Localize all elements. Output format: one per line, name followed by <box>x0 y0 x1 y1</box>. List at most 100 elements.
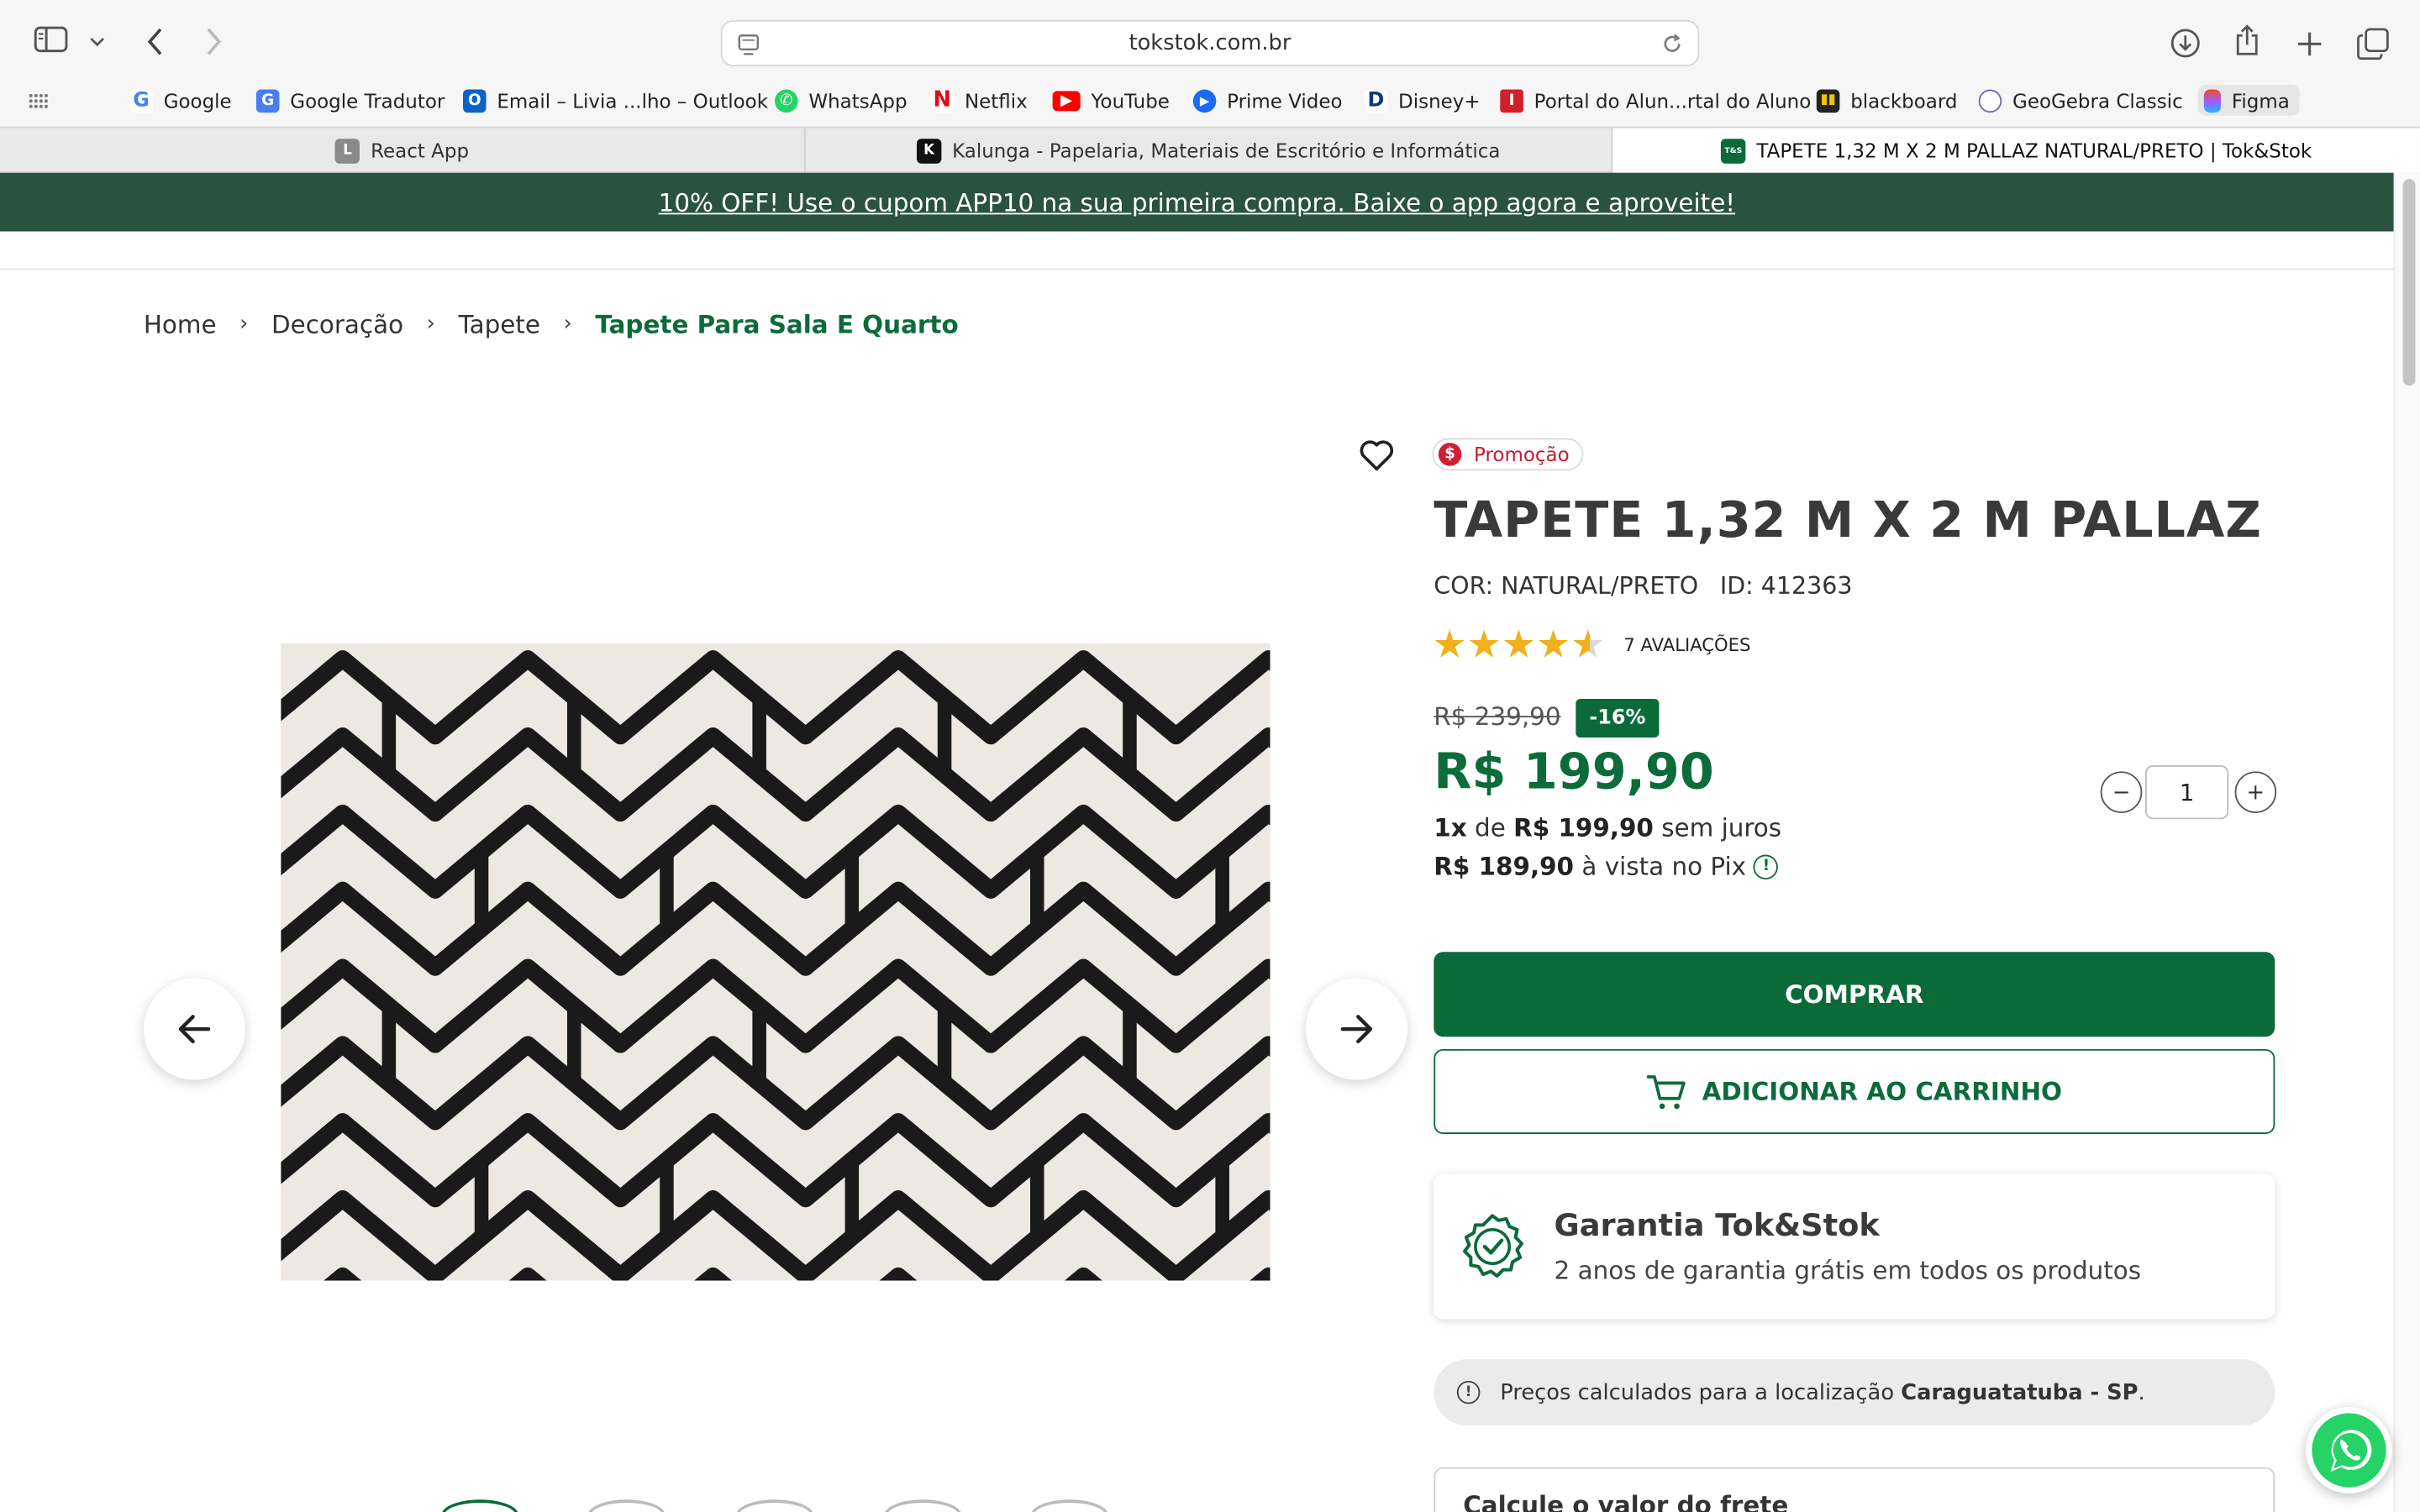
address-bar[interactable]: tokstok.com.br <box>720 19 1700 66</box>
tab-kalunga[interactable]: K Kalunga - Papelaria, Materiais de Escr… <box>806 128 1613 173</box>
portal-icon: I <box>1500 88 1523 113</box>
favorite-button[interactable] <box>1355 435 1398 475</box>
quantity-input[interactable] <box>2145 765 2229 820</box>
bookmark-label: WhatsApp <box>808 88 908 113</box>
apps-grid-icon[interactable] <box>26 90 50 112</box>
bookmark-disney-plus[interactable]: D Disney+ <box>1364 85 1481 116</box>
chevron-down-icon[interactable] <box>87 31 108 53</box>
bookmark-label: Google Tradutor <box>290 88 445 113</box>
breadcrumb-home[interactable]: Home <box>144 309 217 339</box>
url-text[interactable]: tokstok.com.br <box>1128 31 1291 55</box>
whatsapp-icon <box>2312 1413 2386 1488</box>
shopping-cart-icon <box>1646 1073 1687 1110</box>
info-icon: ! <box>1456 1380 1481 1404</box>
buy-button-label: COMPRAR <box>1785 979 1924 1010</box>
back-icon[interactable] <box>139 24 170 58</box>
star-icon: ★ <box>1501 622 1537 667</box>
old-price: R$ 239,90 <box>1434 701 1561 732</box>
warranty-check-icon <box>1459 1213 1527 1287</box>
gallery-thumbnail[interactable] <box>587 1499 666 1512</box>
bookmark-label: GeoGebra Classic <box>2012 88 2183 113</box>
gallery-next-button[interactable] <box>1305 978 1408 1080</box>
add-to-cart-button[interactable]: ADICIONAR AO CARRINHO <box>1434 1048 2275 1134</box>
dollar-icon: $ <box>1438 443 1462 466</box>
netflix-icon: N <box>930 88 955 113</box>
half-star-icon: ★ <box>1570 622 1606 667</box>
quantity-increase-button[interactable]: + <box>2234 771 2277 813</box>
breadcrumb-current[interactable]: Tapete Para Sala E Quarto <box>595 309 958 339</box>
quantity-decrease-button[interactable]: − <box>2100 771 2143 813</box>
gallery-thumbnail[interactable] <box>884 1499 962 1512</box>
breadcrumb-tapete[interactable]: Tapete <box>458 309 539 339</box>
bookmark-label: YouTube <box>1091 88 1170 113</box>
product-title: TAPETE 1,32 M X 2 M PALLAZ <box>1434 491 2262 549</box>
bookmark-label: Email – Livia ...lho – Outlook <box>497 88 769 113</box>
site-header <box>0 231 2394 270</box>
site-settings-icon[interactable] <box>736 33 760 64</box>
reload-icon[interactable] <box>1660 33 1684 62</box>
bookmark-portal-aluno[interactable]: I Portal do Alun...rtal do Aluno <box>1500 85 1811 116</box>
current-price: R$ 199,90 <box>1434 742 1714 801</box>
tab-tokstok[interactable]: T&S TAPETE 1,32 M X 2 M PALLAZ NATURAL/P… <box>1612 128 2420 173</box>
promo-banner[interactable]: 10% OFF! Use o cupom APP10 na sua primei… <box>0 172 2394 232</box>
tab-label: Kalunga - Papelaria, Materiais de Escrit… <box>952 139 1501 162</box>
star-icon: ★ <box>1432 622 1467 667</box>
breadcrumb-decoracao[interactable]: Decoração <box>271 309 403 339</box>
bookmark-geogebra[interactable]: GeoGebra Classic <box>1978 85 2183 116</box>
bookmark-figma[interactable]: Figma <box>2197 85 2299 116</box>
gallery-thumbnail[interactable] <box>441 1499 519 1512</box>
bookmark-google-tradutor[interactable]: G Google Tradutor <box>255 85 445 116</box>
bookmark-youtube[interactable]: ▶ YouTube <box>1052 85 1170 116</box>
google-icon: G <box>129 88 153 113</box>
product-image[interactable] <box>281 643 1270 1281</box>
gallery-prev-button[interactable] <box>143 978 246 1080</box>
warranty-text: 2 anos de garantia grátis em todos os pr… <box>1554 1256 2142 1285</box>
gallery-thumbnail[interactable] <box>1030 1499 1108 1512</box>
prime-video-icon: ▶ <box>1192 88 1217 113</box>
bookmark-whatsapp[interactable]: ✆ WhatsApp <box>775 85 908 116</box>
bookmark-google[interactable]: G Google <box>129 85 232 116</box>
gallery-thumbnail[interactable] <box>736 1499 813 1512</box>
bookmark-label: Google <box>163 88 232 113</box>
bookmark-label: Prime Video <box>1227 88 1343 113</box>
reviews-count[interactable]: 7 AVALIAÇÕES <box>1623 633 1750 655</box>
minus-icon: − <box>2112 780 2131 805</box>
page: tokstok.com.br G Google G Google Traduto… <box>0 0 2420 1512</box>
whatsapp-chat-button[interactable] <box>2306 1407 2392 1494</box>
bookmark-label: Netflix <box>964 88 1028 113</box>
discount-badge: -16% <box>1576 699 1660 738</box>
tab-react-app[interactable]: L React App <box>0 128 806 173</box>
rug-pattern-image <box>281 643 1270 1281</box>
bookmark-netflix[interactable]: N Netflix <box>930 85 1028 116</box>
bookmark-label: blackboard <box>1850 88 1958 113</box>
buy-button[interactable]: COMPRAR <box>1434 952 2275 1037</box>
kalunga-icon: K <box>916 138 942 163</box>
downloads-icon[interactable] <box>2169 26 2202 60</box>
bookmark-blackboard[interactable]: ▮▮ blackboard <box>1816 85 1958 116</box>
location-suffix: . <box>2138 1379 2145 1405</box>
product-id: ID: 412363 <box>1719 572 1853 601</box>
star-icon: ★ <box>1466 622 1502 667</box>
tab-overview-icon[interactable] <box>2354 24 2391 61</box>
forward-icon[interactable] <box>197 24 229 58</box>
installment-text: de <box>1475 812 1506 843</box>
star-icon: ★ <box>1536 622 1571 667</box>
freight-calculator[interactable]: Calcule o valor do frete <box>1434 1467 2275 1512</box>
bookmark-label: Portal do Alun...rtal do Aluno <box>1534 88 1812 113</box>
location-notice: ! Preços calculados para a localização C… <box>1434 1359 2275 1426</box>
warranty-card: Garantia Tok&Stok 2 anos de garantia grá… <box>1434 1173 2275 1320</box>
scrollbar-thumb[interactable] <box>2402 179 2416 386</box>
rating[interactable]: ★ ★ ★ ★ ★ 7 AVALIAÇÕES <box>1432 625 1750 664</box>
share-icon[interactable] <box>2230 22 2264 59</box>
promo-banner-text[interactable]: 10% OFF! Use o cupom APP10 na sua primei… <box>659 187 1735 217</box>
google-translate-icon: G <box>255 88 280 113</box>
page-scrollbar[interactable] <box>2393 172 2420 1512</box>
bookmark-prime-video[interactable]: ▶ Prime Video <box>1192 85 1343 116</box>
sidebar-toggle-icon[interactable] <box>31 24 71 55</box>
product-color: COR: NATURAL/PRETO <box>1434 572 1699 601</box>
new-tab-icon[interactable] <box>2291 26 2325 60</box>
location-city[interactable]: Caraguatatuba - SP <box>1901 1380 2138 1404</box>
pix-price: R$ 189,90 à vista no Pix ! <box>1434 852 1779 881</box>
info-icon[interactable]: ! <box>1754 853 1779 879</box>
bookmark-outlook[interactable]: O Email – Livia ...lho – Outlook <box>463 85 768 116</box>
